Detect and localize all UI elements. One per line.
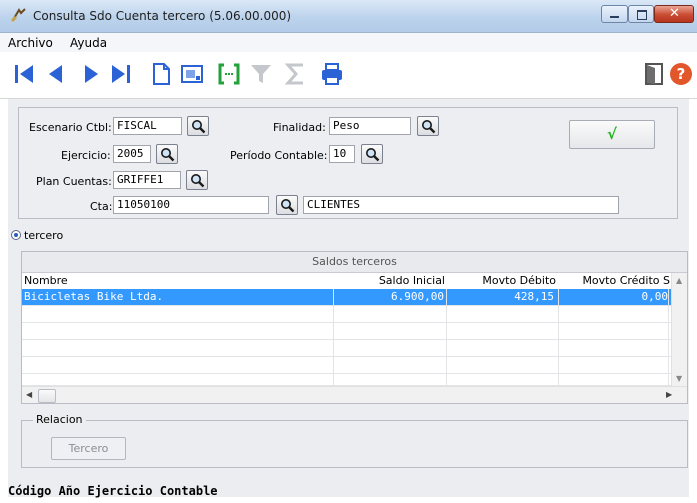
window-title: Consulta Sdo Cuenta tercero (5.06.00.000…	[33, 9, 292, 23]
plan-cuentas-label: Plan Cuentas:	[36, 175, 112, 188]
next-record-icon[interactable]	[79, 62, 103, 86]
search-icon	[422, 120, 436, 134]
search-icon	[281, 199, 295, 213]
column-divider	[333, 289, 334, 386]
last-record-icon[interactable]	[109, 62, 133, 86]
cell-saldo-inicial: 6.900,00	[391, 290, 444, 303]
tercero-radio[interactable]	[11, 230, 21, 240]
app-icon	[10, 8, 26, 23]
table-row-empty[interactable]	[22, 374, 672, 386]
scroll-left-icon[interactable]: ◀	[26, 390, 32, 399]
search-icon	[366, 148, 380, 162]
previous-record-icon[interactable]	[44, 62, 68, 86]
tercero-button[interactable]: Tercero	[51, 437, 126, 460]
cell-nombre: Bicicletas Bike Ltda.	[24, 290, 164, 303]
tercero-radio-label: tercero	[24, 229, 64, 242]
grid-header: Nombre Saldo Inicial Movto Débito Movto …	[22, 273, 672, 290]
cta-label: Cta:	[90, 200, 113, 213]
periodo-label: Período Contable:	[230, 149, 328, 162]
column-header-movto-debito[interactable]: Movto Débito	[450, 273, 556, 289]
scroll-up-icon[interactable]: ▲	[676, 276, 682, 285]
exit-door-icon[interactable]	[642, 62, 666, 86]
table-row-empty[interactable]	[22, 306, 672, 323]
plan-cuentas-field[interactable]: GRIFFE1	[113, 171, 181, 189]
column-header-nombre[interactable]: Nombre	[24, 273, 324, 289]
search-icon	[192, 120, 206, 134]
toolbar	[0, 53, 697, 99]
filter-icon[interactable]	[249, 62, 273, 86]
svg-text:?: ?	[677, 65, 686, 83]
vertical-scrollbar[interactable]: ▲ ▼	[671, 273, 687, 386]
escenario-search-button[interactable]	[187, 116, 209, 136]
scroll-thumb[interactable]	[38, 389, 56, 403]
table-row-empty[interactable]	[22, 357, 672, 374]
cta-field[interactable]: 11050100	[113, 196, 269, 214]
minimize-button[interactable]	[601, 5, 628, 23]
status-bar-text: Código Año Ejercicio Contable	[8, 484, 218, 498]
minimize-icon	[610, 16, 619, 18]
cta-description: CLIENTES	[303, 196, 619, 214]
table-row[interactable]: Bicicletas Bike Ltda. 6.900,00 428,15 0,…	[22, 289, 672, 306]
escenario-field[interactable]: FISCAL	[113, 117, 182, 135]
cell-movto-debito: 428,15	[514, 290, 554, 303]
first-record-icon[interactable]	[12, 62, 36, 86]
periodo-search-button[interactable]	[361, 144, 383, 164]
escenario-label: Escenario Ctbl:	[29, 121, 112, 134]
ejercicio-search-button[interactable]	[156, 144, 178, 164]
preview-icon[interactable]	[180, 62, 204, 86]
print-icon[interactable]	[320, 62, 344, 86]
scroll-down-icon[interactable]: ▼	[676, 374, 682, 383]
menu-ayuda[interactable]: Ayuda	[70, 36, 107, 50]
scroll-right-icon[interactable]: ▶	[666, 390, 672, 399]
grid-caption: Saldos terceros	[22, 252, 687, 273]
menu-archivo[interactable]: Archivo	[8, 36, 53, 50]
column-header-movto-credito[interactable]: Movto Crédito S	[562, 273, 670, 289]
ejercicio-field[interactable]: 2005	[113, 145, 151, 163]
cta-search-button[interactable]	[276, 195, 298, 215]
close-button[interactable]: ✕	[654, 5, 694, 23]
ok-button[interactable]: √	[569, 120, 655, 149]
finalidad-search-button[interactable]	[417, 116, 439, 136]
plan-cuentas-search-button[interactable]	[186, 170, 208, 190]
finalidad-label: Finalidad:	[273, 121, 326, 134]
close-icon: ✕	[669, 6, 680, 21]
ejercicio-label: Ejercicio:	[61, 149, 111, 162]
maximize-button[interactable]	[628, 5, 654, 23]
relacion-group-title: Relacion	[33, 413, 86, 426]
column-divider	[558, 289, 559, 386]
horizontal-scrollbar[interactable]: ◀ ▶	[22, 386, 687, 403]
help-icon[interactable]: ?	[669, 62, 693, 86]
radio-dot-icon	[14, 233, 18, 237]
new-document-icon[interactable]	[149, 62, 173, 86]
search-icon	[161, 148, 175, 162]
sum-icon[interactable]	[284, 62, 308, 86]
search-icon	[191, 174, 205, 188]
left-border	[0, 99, 8, 503]
periodo-field[interactable]: 10	[329, 145, 355, 163]
maximize-icon	[637, 10, 647, 20]
finalidad-field[interactable]: Peso	[329, 117, 411, 135]
range-icon[interactable]	[217, 62, 241, 86]
column-divider	[446, 289, 447, 386]
cell-movto-credito: 0,00	[641, 290, 669, 303]
table-row-empty[interactable]	[22, 323, 672, 340]
table-row-empty[interactable]	[22, 340, 672, 357]
saldos-grid: Saldos terceros Nombre Saldo Inicial Mov…	[21, 251, 688, 404]
column-divider	[668, 289, 669, 386]
column-header-saldo-inicial[interactable]: Saldo Inicial	[334, 273, 445, 289]
